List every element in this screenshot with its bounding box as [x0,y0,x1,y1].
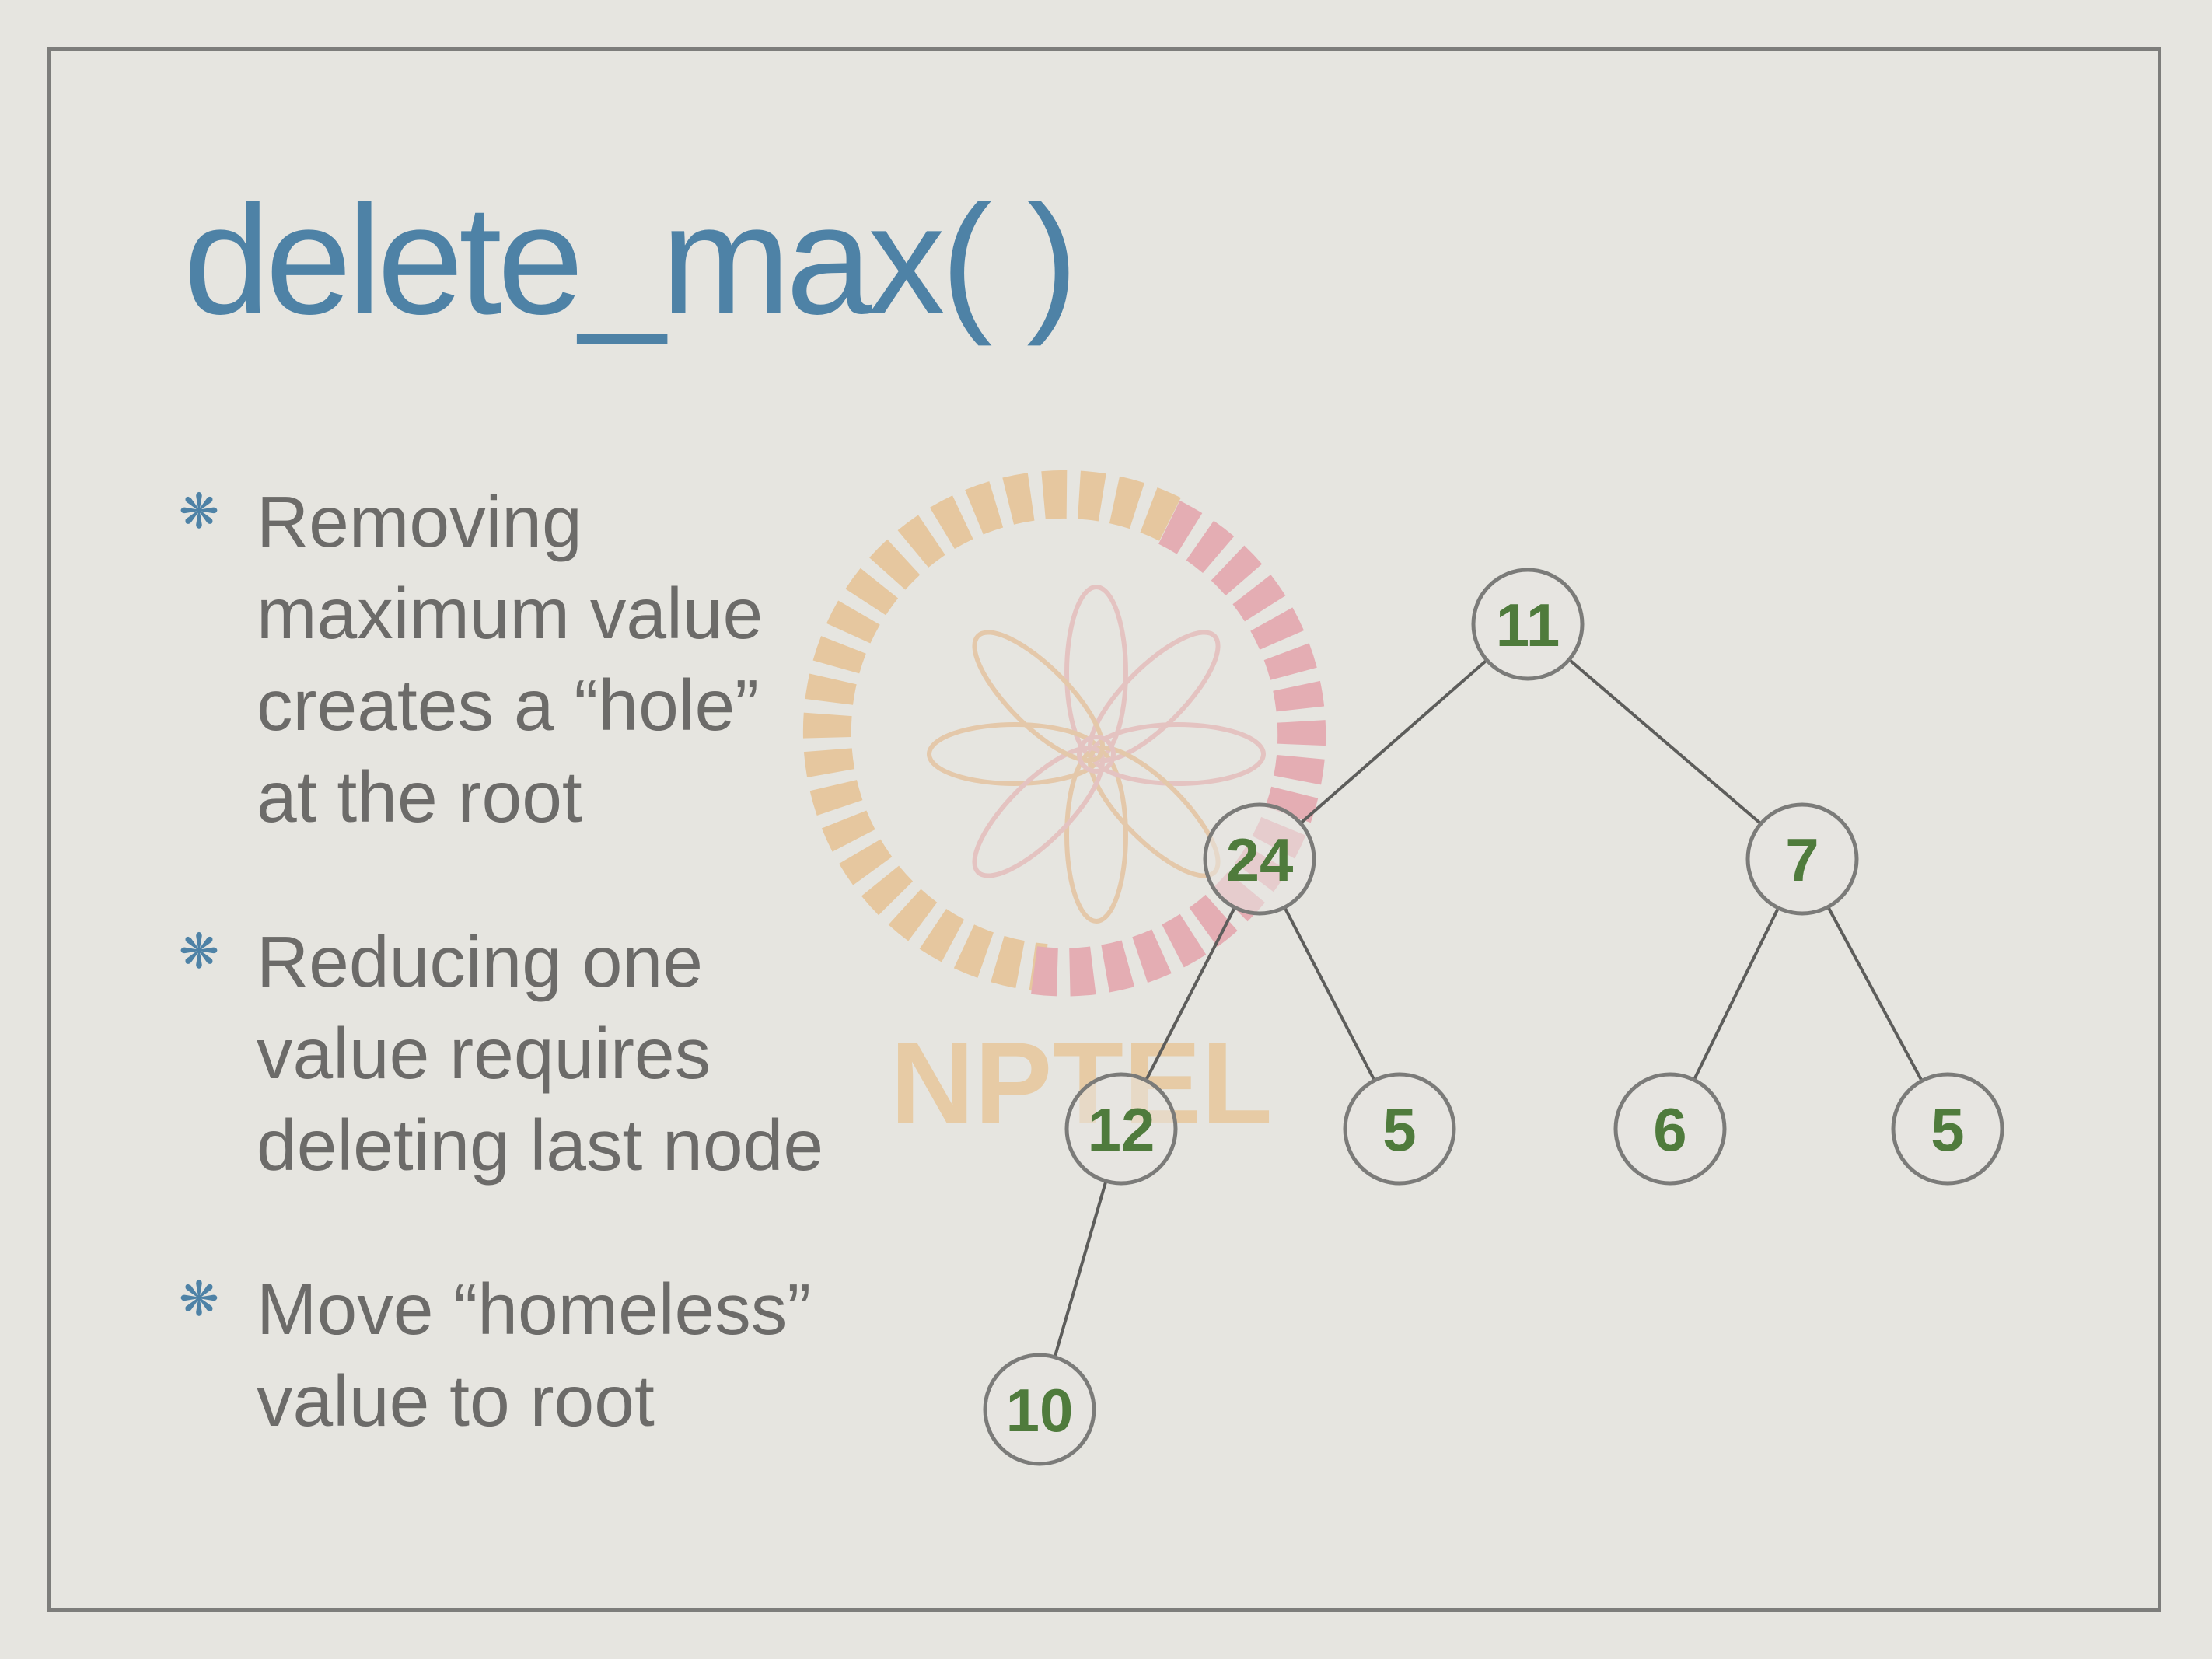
tree-node-value: 7 [1785,826,1819,894]
tree-nodes: 11 24 7 12 5 6 5 10 [983,568,2004,1466]
tree-node-value: 5 [1931,1095,1964,1164]
tree-edge-left-to-left-right [1283,906,1376,1081]
tree-node-value: 6 [1653,1095,1686,1164]
tree-edge-root-to-right [1567,658,1763,826]
tree-node-value: 12 [1088,1095,1155,1164]
tree-edges [1053,658,1924,1358]
tree-edge-right-to-right-left [1693,906,1780,1081]
tree-edge-right-to-right-right [1826,906,1924,1082]
tree-node-left-left-left: 10 [983,1353,1096,1466]
tree-node-value: 10 [1006,1376,1074,1444]
tree-node-value: 11 [1496,591,1560,659]
tree-edge-left-left-to-left-left-left [1053,1180,1108,1358]
tree-node-value: 24 [1226,826,1294,894]
tree-node-root: 11 [1471,568,1585,681]
tree-node-right-left: 6 [1613,1072,1727,1186]
tree-node-value: 5 [1382,1095,1416,1164]
tree-node-left: 24 [1203,802,1316,916]
heap-tree-diagram: 11 24 7 12 5 6 5 10 [983,568,2004,1466]
tree-node-right: 7 [1745,802,1859,916]
tree-node-right-right: 5 [1891,1072,2004,1186]
tree-edge-root-to-left [1299,658,1488,825]
tree-edge-left-to-left-left [1144,906,1236,1081]
tree-node-left-right: 5 [1343,1072,1456,1186]
tree-node-left-left: 12 [1064,1072,1178,1186]
